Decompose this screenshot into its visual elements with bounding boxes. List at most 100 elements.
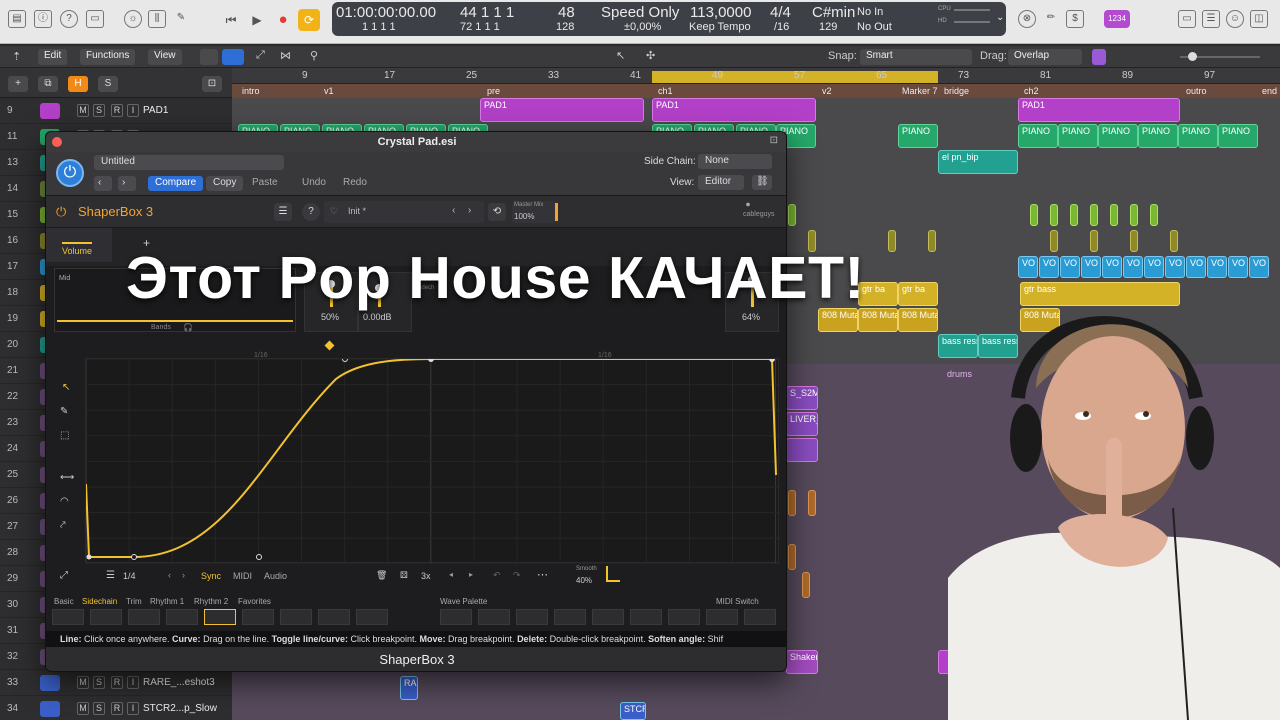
bar-ruler[interactable]: 9 17 25 33 41 49 57 65 73 81 89 97 [232,68,1280,84]
close-window-icon[interactable] [52,137,62,147]
marker-label[interactable]: end [1262,86,1277,96]
library-icon[interactable]: ▤ [8,10,26,28]
shape-cell-selected[interactable] [204,609,236,625]
rate-prev-icon[interactable]: ‹ [168,570,171,580]
midi-button[interactable]: MIDI [233,571,252,581]
heart-icon[interactable]: ♡ [330,206,338,217]
view-select[interactable]: Editor [698,175,744,190]
solo-button[interactable]: S [93,104,105,117]
perc-region[interactable] [1030,204,1038,226]
piano-region[interactable]: PIANO [1138,124,1178,148]
master-badge[interactable]: 1234 [1104,10,1130,28]
edit-menu[interactable]: Edit [38,49,68,65]
vo-region[interactable]: VO [1081,256,1101,278]
envelope-graph[interactable]: 1/16 [85,352,780,565]
shape-cell[interactable] [242,609,274,625]
grid-view-icon[interactable] [200,49,218,65]
preset-prev-icon[interactable]: ‹ [452,205,455,216]
wave-palette-slot[interactable] [554,609,586,625]
shape-cell[interactable] [318,609,350,625]
marker-label[interactable]: v1 [324,86,334,96]
fx-region[interactable] [1130,230,1138,252]
drum-region[interactable] [786,438,818,462]
hit-region[interactable] [788,544,796,570]
record-icon[interactable]: ● [272,9,294,31]
mixer-icon[interactable]: ⫼ [148,10,166,28]
mute-button[interactable]: M [77,676,89,689]
rate-value[interactable]: 1/4 [123,571,136,581]
pointer-tool-icon[interactable]: ↖ [616,49,625,62]
copy-button[interactable]: Copy [206,176,244,191]
list-editors-icon[interactable]: ⊗ [1018,10,1036,28]
pencil-tool-icon[interactable]: ✣ [646,49,655,62]
link-icon[interactable]: ⛓ [752,175,772,190]
cableguys-toggle-icon[interactable]: ⏺ [746,200,750,210]
headphones-icon[interactable]: 🎧 [183,323,193,332]
node-tool-icon[interactable]: ⤤ [60,520,66,531]
solo-group-button[interactable]: S [98,76,118,92]
trash-icon[interactable]: 🗑 [376,570,387,581]
piano-region[interactable]: PIANO [1178,124,1218,148]
rate-next-icon[interactable]: › [182,570,185,580]
ra-region[interactable]: RA [400,676,418,700]
redo-icon[interactable]: ↷ [513,570,521,581]
marker-label[interactable]: intro [242,86,260,96]
piano-region[interactable]: PIANO [1018,124,1058,148]
perc-region[interactable] [1130,204,1138,226]
zoom-slider-thumb[interactable] [1188,52,1197,61]
randomize-icon[interactable]: ⟲ [488,203,506,221]
vo-region[interactable]: VO [1249,256,1269,278]
duplicate-track-icon[interactable]: ⧉ [38,76,58,92]
rate-menu-icon[interactable]: ☰ [106,570,115,581]
preset-category-tab[interactable]: Basic [54,597,74,606]
piano-region[interactable]: PIANO [1218,124,1258,148]
wave-palette-slot[interactable] [668,609,700,625]
preset-category-tab[interactable]: Sidechain [82,597,117,606]
snap-select[interactable]: Smart [860,49,972,65]
line-tool-icon[interactable]: ⟷ [60,472,74,483]
shift-right-icon[interactable]: ▸ [469,570,473,579]
view-menu[interactable]: View [148,49,182,65]
help-icon[interactable]: ? [60,10,78,28]
automation-icon[interactable]: ⤢ [256,49,265,62]
preset-category-tab[interactable]: Rhythm 1 [150,597,184,606]
notepad-icon[interactable]: ▭ [1178,10,1196,28]
preset-category-tab[interactable]: Trim [126,597,142,606]
el-pn-region[interactable]: el pn_bip [938,150,1018,174]
preset-select[interactable]: Untitled [94,155,284,170]
record-enable-button[interactable]: R [111,702,123,715]
waveshape-editor[interactable]: 1/16 1/16 1/16 [85,352,780,565]
vo-region[interactable]: VO [1165,256,1185,278]
list-view-icon[interactable] [222,49,244,65]
marker-track[interactable]: intro v1 pre ch1 v2 Marker 7 bridge ch2 outro end [232,84,1280,98]
editors-icon[interactable]: ✎ [172,10,190,28]
piano-region[interactable]: PIANO [1098,124,1138,148]
fx-region[interactable] [888,230,896,252]
marker-label[interactable]: outro [1186,86,1207,96]
perc-region[interactable] [1110,204,1118,226]
stcr-region[interactable]: STCR [620,702,646,720]
marker-label[interactable]: v2 [822,86,832,96]
perc-region[interactable] [1070,204,1078,226]
sync-button[interactable]: Sync [201,571,221,581]
record-enable-button[interactable]: R [111,104,123,117]
back-icon[interactable]: ⇡ [12,50,21,63]
shift-left-icon[interactable]: ◂ [449,570,453,579]
wave-palette-slot[interactable] [440,609,472,625]
wave-palette-slot[interactable] [478,609,510,625]
cycle-icon[interactable]: ⟳ [298,9,320,31]
vo-region[interactable]: VO [1018,256,1038,278]
tuner-icon[interactable]: ✏ [1042,10,1060,28]
undo-button[interactable]: Undo [302,177,326,188]
perc-region[interactable] [1150,204,1158,226]
play-icon[interactable]: ▶ [246,9,268,31]
piano-region[interactable]: PIANO [1058,124,1098,148]
track-name[interactable]: PAD1 [143,105,168,116]
shape-cell[interactable] [128,609,160,625]
select-tool-icon[interactable]: ⬚ [60,430,69,441]
multiplier-value[interactable]: 3x [421,571,431,581]
input-monitor-button[interactable]: I [127,702,139,715]
preset-category-tab[interactable]: Rhythm 2 [194,597,228,606]
pad-region[interactable]: PAD1 [1018,98,1180,122]
wave-palette-slot[interactable] [706,609,738,625]
